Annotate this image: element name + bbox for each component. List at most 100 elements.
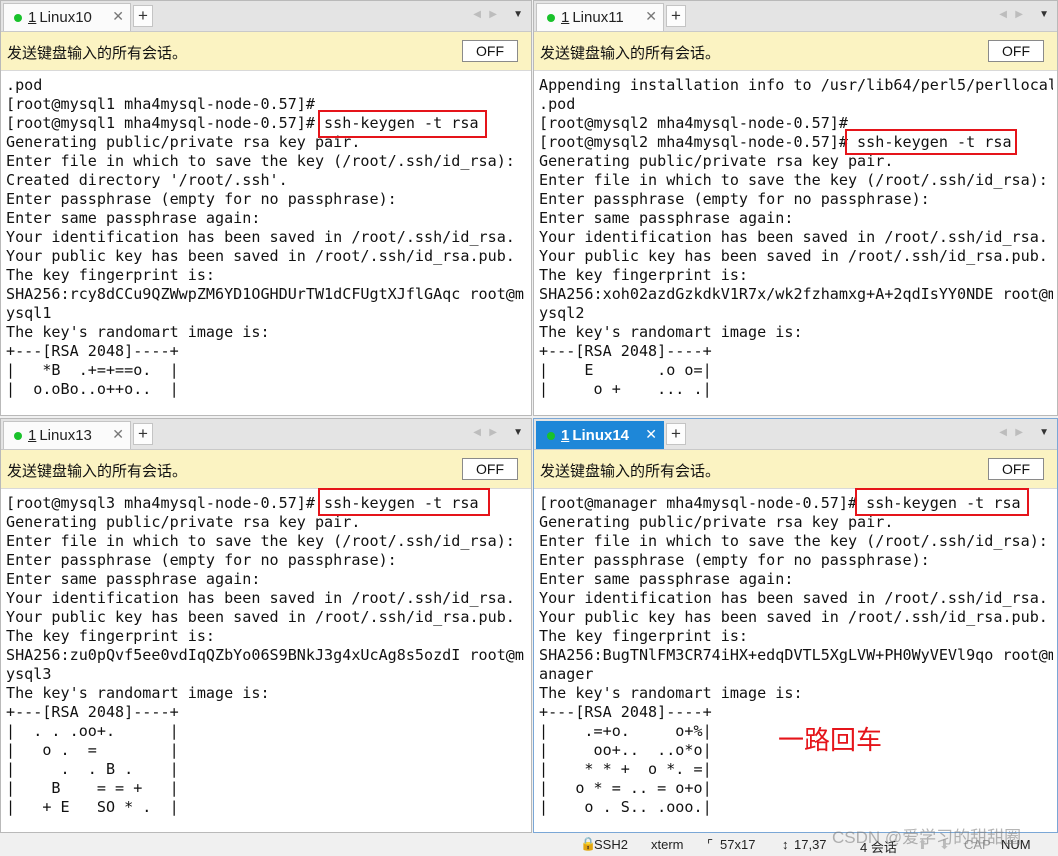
tab-label: Linux10 — [39, 9, 92, 26]
close-icon[interactable]: ✕ — [112, 8, 124, 25]
triangle-left-icon[interactable]: ◀ — [473, 427, 481, 438]
close-icon[interactable]: ✕ — [645, 426, 657, 443]
tab-label: Linux11 — [572, 9, 624, 26]
triangle-right-icon[interactable]: ▶ — [1015, 427, 1023, 438]
terminal-line: Your identification has been saved in /r… — [6, 589, 515, 607]
green-dot-icon — [547, 431, 555, 440]
terminal-line: SHA256:xoh02azdGzkdkV1R7x/wk2fzhamxg+A+2… — [539, 285, 1053, 303]
terminal-line: | * * + o *. =| — [539, 760, 712, 778]
terminal-pane-linux10: 1 Linux10 ✕ + ◀ ▶ ▼ 发送键盘输入的所有会话。 OFF .po… — [0, 0, 532, 416]
terminal-output[interactable]: [root@mysql3 mha4mysql-node-0.57]# ssh-k… — [6, 494, 527, 830]
triangle-left-icon[interactable]: ◀ — [999, 427, 1007, 438]
cursor-icon: ↕ — [782, 837, 789, 852]
triangle-down-icon[interactable]: ▼ — [1039, 9, 1049, 20]
tab-linux13[interactable]: 1 Linux13 ✕ — [3, 421, 131, 449]
green-dot-icon — [14, 13, 22, 22]
terminal-line: Enter file in which to save the key (/ro… — [539, 171, 1048, 189]
terminal-pane-linux11: 1 Linux11 ✕ + ◀ ▶ ▼ 发送键盘输入的所有会话。 OFF App… — [533, 0, 1058, 416]
terminal-line: +---[RSA 2048]----+ — [539, 342, 712, 360]
terminal-line: | o.oBo..o++o.. | — [6, 380, 179, 398]
terminal-line: SHA256:rcy8dCCu9QZWwpZM6YD1OGHDUrTW1dCFU… — [6, 285, 524, 303]
tab-bar: 1 Linux13 ✕ + ◀ ▶ ▼ — [1, 419, 531, 450]
terminal-line: The key fingerprint is: — [6, 266, 216, 284]
terminal-line: Your public key has been saved in /root/… — [539, 247, 1048, 265]
status-terminal: xterm — [651, 837, 684, 852]
tab-number: 1 — [28, 9, 37, 26]
plus-icon[interactable]: + — [666, 423, 686, 445]
terminal-line: Your public key has been saved in /root/… — [6, 608, 515, 626]
terminal-line: +---[RSA 2048]----+ — [6, 342, 179, 360]
terminal-output[interactable]: [root@manager mha4mysql-node-0.57]# ssh-… — [539, 494, 1053, 830]
command-highlight-box — [318, 488, 490, 516]
command-highlight-box — [318, 110, 487, 138]
green-dot-icon — [547, 13, 555, 22]
close-icon[interactable]: ✕ — [645, 8, 657, 25]
terminal-line: | o + ... .| — [539, 380, 712, 398]
terminal-line: ysql2 — [539, 304, 585, 322]
terminal-line: Your identification has been saved in /r… — [6, 228, 515, 246]
terminal-line: Appending installation info to /usr/lib6… — [539, 76, 1053, 94]
terminal-line: SHA256:zu0pQvf5ee0vdIqQZbYo06S9BNkJ3g4xU… — [6, 646, 524, 664]
tab-label: Linux13 — [39, 427, 92, 444]
terminal-pane-linux13: 1 Linux13 ✕ + ◀ ▶ ▼ 发送键盘输入的所有会话。 OFF [ro… — [0, 418, 532, 833]
annotation-label: 一路回车 — [778, 726, 883, 756]
broadcast-off-button[interactable]: OFF — [988, 458, 1044, 480]
tab-linux14[interactable]: 1 Linux14 ✕ — [536, 421, 664, 449]
tab-bar: 1 Linux14 ✕ + ◀ ▶ ▼ — [534, 419, 1057, 450]
terminal-line: Your public key has been saved in /root/… — [539, 608, 1048, 626]
terminal-line: ysql1 — [6, 304, 52, 322]
terminal-line: | o * = .. = o+o| — [539, 779, 712, 797]
terminal-line: Enter same passphrase again: — [6, 570, 261, 588]
tab-linux10[interactable]: 1 Linux10 ✕ — [3, 3, 131, 31]
terminal-line: Enter passphrase (empty for no passphras… — [6, 190, 397, 208]
terminal-line: | B = = + | — [6, 779, 179, 797]
terminal-line: Enter same passphrase again: — [6, 209, 261, 227]
plus-icon[interactable]: + — [133, 423, 153, 445]
close-icon[interactable]: ✕ — [112, 426, 124, 443]
terminal-line: Enter file in which to save the key (/ro… — [6, 532, 515, 550]
terminal-line: | o . = | — [6, 741, 179, 759]
command-highlight-box — [855, 488, 1029, 516]
triangle-right-icon[interactable]: ▶ — [489, 9, 497, 20]
terminal-line: | o . S.. .ooo.| — [539, 798, 712, 816]
triangle-down-icon[interactable]: ▼ — [1039, 427, 1049, 438]
broadcast-off-button[interactable]: OFF — [988, 40, 1044, 62]
plus-icon[interactable]: + — [133, 5, 153, 27]
status-protocol: SSH2 — [594, 837, 628, 852]
broadcast-off-button[interactable]: OFF — [462, 40, 518, 62]
terminal-line: Enter same passphrase again: — [539, 570, 794, 588]
triangle-right-icon[interactable]: ▶ — [489, 427, 497, 438]
tab-number: 1 — [561, 9, 570, 26]
terminal-output[interactable]: Appending installation info to /usr/lib6… — [539, 76, 1053, 413]
triangle-down-icon[interactable]: ▼ — [513, 9, 523, 20]
terminal-line: ysql3 — [6, 665, 52, 683]
terminal-line: The key fingerprint is: — [539, 266, 749, 284]
tab-bar: 1 Linux11 ✕ + ◀ ▶ ▼ — [534, 1, 1057, 32]
tab-number: 1 — [28, 427, 37, 444]
tab-number: 1 — [561, 427, 570, 444]
broadcast-label: 发送键盘输入的所有会话。 — [7, 45, 188, 62]
triangle-left-icon[interactable]: ◀ — [999, 9, 1007, 20]
terminal-line: The key fingerprint is: — [539, 627, 749, 645]
terminal-line: | . . B . | — [6, 760, 179, 778]
terminal-line: Enter passphrase (empty for no passphras… — [539, 551, 930, 569]
tab-linux11[interactable]: 1 Linux11 ✕ — [536, 3, 664, 31]
triangle-down-icon[interactable]: ▼ — [513, 427, 523, 438]
terminal-line: | E .o o=| — [539, 361, 712, 379]
terminal-line: +---[RSA 2048]----+ — [6, 703, 179, 721]
terminal-line: Enter file in which to save the key (/ro… — [6, 152, 515, 170]
terminal-line: Enter passphrase (empty for no passphras… — [539, 190, 930, 208]
broadcast-label: 发送键盘输入的所有会话。 — [7, 463, 188, 480]
terminal-line: The key's randomart image is: — [539, 323, 803, 341]
terminal-line: | *B .+=+==o. | — [6, 361, 179, 379]
triangle-left-icon[interactable]: ◀ — [473, 9, 481, 20]
terminal-line: .pod — [539, 95, 576, 113]
plus-icon[interactable]: + — [666, 5, 686, 27]
broadcast-label: 发送键盘输入的所有会话。 — [540, 463, 721, 480]
broadcast-bar: 发送键盘输入的所有会话。 OFF — [534, 32, 1057, 71]
triangle-right-icon[interactable]: ▶ — [1015, 9, 1023, 20]
status-size: 57x17 — [720, 837, 756, 852]
resize-icon: ⌜ — [707, 837, 714, 852]
terminal-line: Your public key has been saved in /root/… — [6, 247, 515, 265]
broadcast-off-button[interactable]: OFF — [462, 458, 518, 480]
